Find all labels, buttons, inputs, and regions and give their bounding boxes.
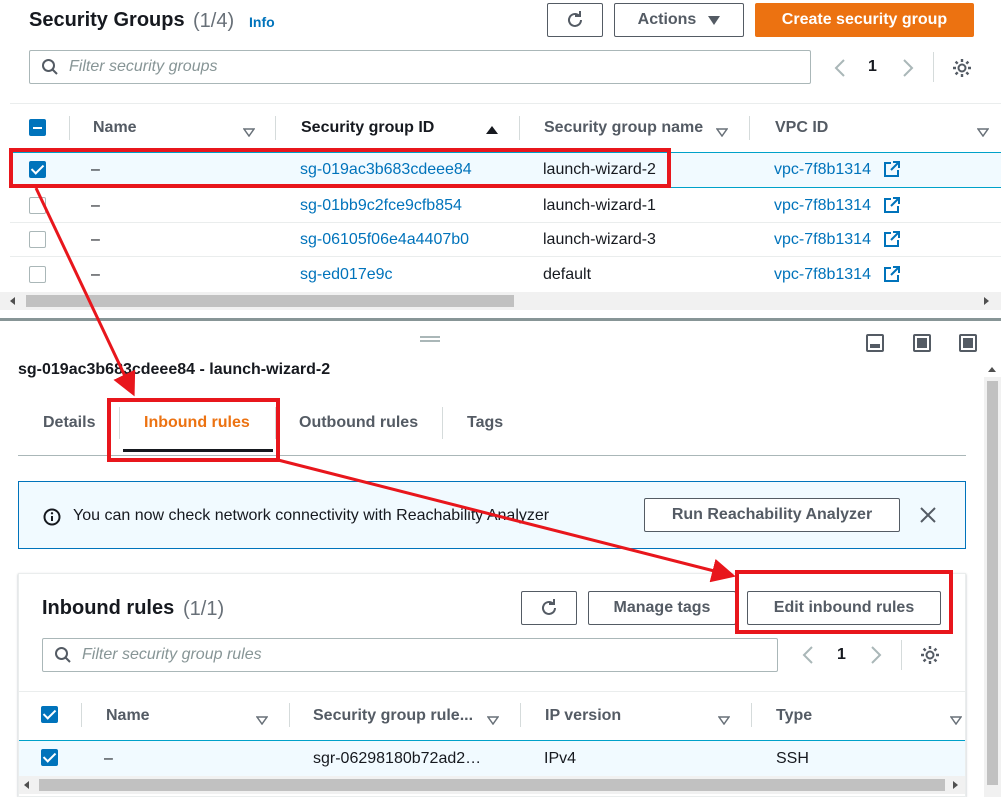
annotation-arrow-tab-to-edit bbox=[277, 458, 736, 583]
annotation-arrows bbox=[34, 187, 736, 583]
annotation-arrow-row-to-tab bbox=[34, 187, 136, 397]
